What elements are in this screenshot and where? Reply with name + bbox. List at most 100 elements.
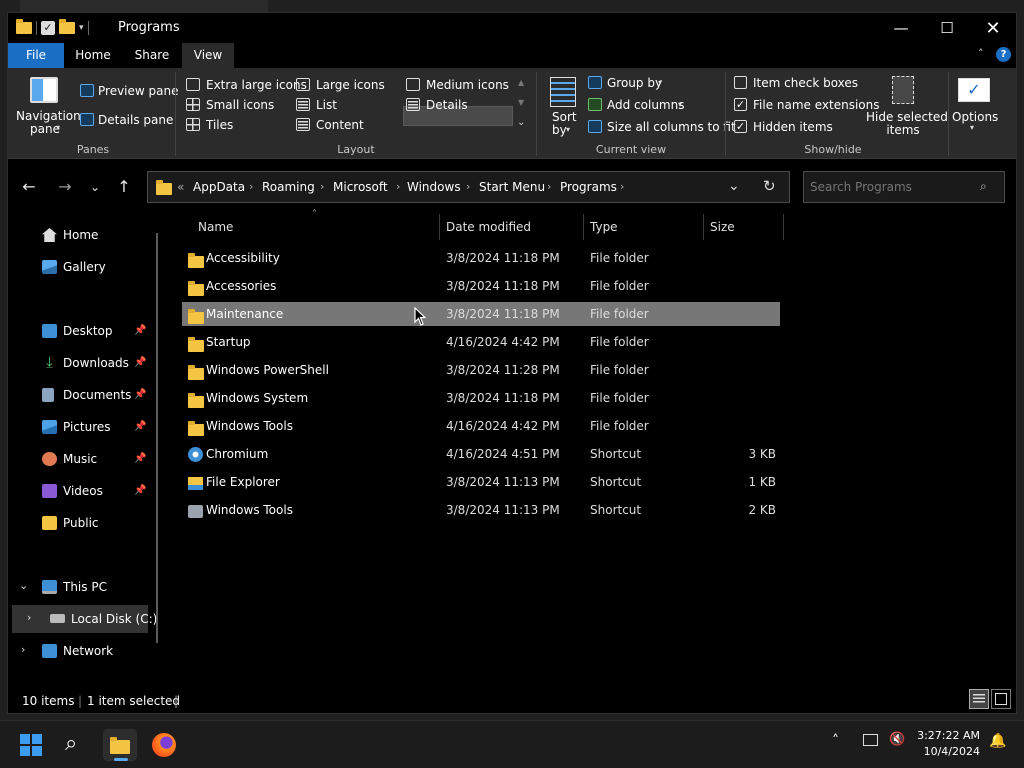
tab-home[interactable]: Home [68, 43, 118, 68]
taskbar-firefox[interactable] [147, 729, 181, 761]
navigation-pane-label-1[interactable]: Navigation [16, 109, 81, 123]
sidebar-item-music[interactable]: Music 📌 [8, 445, 148, 473]
new-folder-icon[interactable] [59, 19, 75, 34]
breadcrumb-roaming[interactable]: Roaming [262, 180, 315, 194]
search-input[interactable] [810, 178, 970, 196]
breadcrumb-microsoft[interactable]: Microsoft [333, 180, 388, 194]
options-button[interactable]: Options [952, 110, 998, 124]
details-pane-button[interactable]: Details pane [98, 113, 173, 127]
nav-pane-scrollbar[interactable] [156, 233, 158, 643]
layout-extra-large-icons[interactable]: Extra large icons [206, 78, 307, 92]
sidebar-item-public[interactable]: Public [8, 509, 148, 537]
hide-selected-icon[interactable] [892, 76, 914, 104]
item-check-boxes-checkbox[interactable] [734, 76, 747, 89]
show-hidden-icons-button[interactable]: ˄ [832, 733, 839, 749]
navigation-pane-label-2[interactable]: pane [16, 122, 74, 136]
size-columns-icon[interactable] [588, 120, 602, 133]
table-row[interactable]: Startup 4/16/2024 4:42 PM File folder [182, 330, 780, 354]
add-columns-icon[interactable] [588, 98, 602, 111]
breadcrumb-overflow[interactable]: « [177, 180, 184, 194]
list-icon[interactable] [296, 98, 310, 111]
chevron-down-icon[interactable]: ▾ [658, 78, 662, 87]
column-header-size[interactable]: Size [710, 220, 735, 234]
clock-date[interactable]: 10/4/2024 [900, 745, 980, 758]
maximize-button[interactable]: ☐ [924, 13, 970, 43]
chevron-right-icon[interactable]: › [27, 611, 31, 624]
sidebar-item-pictures[interactable]: Pictures 📌 [8, 413, 148, 441]
layout-scroll-down-icon[interactable]: ▼ [518, 98, 524, 107]
ribbon-collapse-icon[interactable]: ˄ [978, 47, 984, 60]
hidden-items-checkbox[interactable]: ✓ [734, 120, 747, 133]
start-button[interactable] [15, 729, 49, 761]
table-row[interactable]: Maintenance 3/8/2024 11:18 PM File folder [182, 302, 780, 326]
sidebar-item-home[interactable]: Home [8, 221, 148, 249]
table-row[interactable]: Accessibility 3/8/2024 11:18 PM File folde… [182, 246, 780, 270]
chevron-down-icon[interactable]: ▾ [566, 125, 570, 134]
sidebar-item-downloads[interactable]: ⤓ Downloads 📌 [8, 349, 148, 377]
sort-by-label-1[interactable]: Sort [552, 110, 577, 124]
customize-toolbar-icon[interactable]: ▾ [79, 23, 84, 33]
table-row[interactable]: Windows PowerShell 3/8/2024 11:28 PM File … [182, 358, 780, 382]
sidebar-item-gallery[interactable]: Gallery [8, 253, 148, 281]
breadcrumb-programs[interactable]: Programs [560, 180, 617, 194]
taskbar-file-explorer[interactable] [103, 729, 137, 761]
tiles-icon[interactable] [186, 118, 200, 131]
table-row[interactable]: Windows System 3/8/2024 11:18 PM File fold… [182, 386, 780, 410]
chevron-right-icon[interactable]: › [620, 180, 624, 193]
sort-by-label-2[interactable]: by [552, 123, 567, 137]
chevron-right-icon[interactable]: › [320, 180, 324, 193]
layout-content[interactable]: Content [316, 118, 364, 132]
back-button[interactable]: ← [16, 176, 42, 200]
large-icons-icon[interactable] [296, 78, 310, 91]
breadcrumb-windows[interactable]: Windows [407, 180, 461, 194]
size-all-columns-button[interactable]: Size all columns to fit [607, 120, 736, 134]
column-divider[interactable] [439, 214, 440, 240]
large-icons-view-button[interactable] [991, 689, 1011, 709]
options-icon[interactable]: ✓ [958, 78, 990, 102]
sidebar-item-this-pc[interactable]: ⌄ This PC [8, 573, 148, 601]
layout-tiles[interactable]: Tiles [206, 118, 233, 132]
group-by-button[interactable]: Group by [607, 76, 662, 90]
table-row[interactable]: Chromium 4/16/2024 4:51 PM Shortcut 3 KB [182, 442, 780, 466]
column-header-type[interactable]: Type [590, 220, 618, 234]
sidebar-item-documents[interactable]: Documents 📌 [8, 381, 148, 409]
help-icon[interactable]: ? [996, 47, 1011, 62]
layout-scroll-up-icon[interactable]: ▲ [518, 78, 524, 87]
tab-view[interactable]: View [182, 43, 234, 68]
navigation-pane-icon[interactable] [30, 77, 58, 103]
layout-small-icons[interactable]: Small icons [206, 98, 274, 112]
add-columns-button[interactable]: Add columns [607, 98, 684, 112]
item-check-boxes-label[interactable]: Item check boxes [753, 76, 858, 90]
pin-icon[interactable]: 📌 [134, 357, 146, 368]
chevron-right-icon[interactable]: › [396, 180, 400, 193]
refresh-icon[interactable]: ↻ [763, 177, 776, 195]
breadcrumb-appdata[interactable]: AppData [193, 180, 245, 194]
layout-medium-icons[interactable]: Medium icons [426, 78, 509, 92]
minimize-button[interactable]: — [878, 13, 924, 43]
preview-pane-icon[interactable] [80, 84, 94, 97]
up-button[interactable]: ↑ [111, 176, 137, 200]
table-row[interactable]: Accessories 3/8/2024 11:18 PM File folder [182, 274, 780, 298]
close-button[interactable]: ✕ [970, 13, 1016, 43]
pin-icon[interactable]: 📌 [134, 325, 146, 336]
hide-selected-label-2[interactable]: items [866, 123, 940, 137]
pin-icon[interactable]: 📌 [134, 485, 146, 496]
chevron-down-icon[interactable]: ▾ [970, 123, 974, 132]
search-button[interactable]: ⌕ [60, 729, 94, 761]
medium-icons-icon[interactable] [406, 78, 420, 91]
sidebar-item-network[interactable]: › Network [8, 637, 148, 665]
table-row[interactable]: Windows Tools 4/16/2024 4:42 PM File folde… [182, 414, 780, 438]
hide-selected-label-1[interactable]: Hide selected [866, 110, 948, 124]
layout-details[interactable]: Details [426, 98, 468, 112]
address-dropdown-icon[interactable]: ⌄ [728, 178, 740, 194]
column-divider[interactable] [783, 214, 784, 240]
clock-time[interactable]: 3:27:22 AM [900, 729, 980, 742]
extra-large-icons-icon[interactable] [186, 78, 200, 91]
pin-icon[interactable]: 📌 [134, 453, 146, 464]
address-bar[interactable]: « AppData › Roaming › Microsoft › Window… [147, 171, 790, 203]
layout-list[interactable]: List [316, 98, 337, 112]
pin-icon[interactable]: 📌 [134, 389, 146, 400]
details-pane-icon[interactable] [80, 113, 94, 126]
chevron-down-icon[interactable]: ▾ [56, 123, 60, 132]
small-icons-icon[interactable] [186, 98, 200, 111]
